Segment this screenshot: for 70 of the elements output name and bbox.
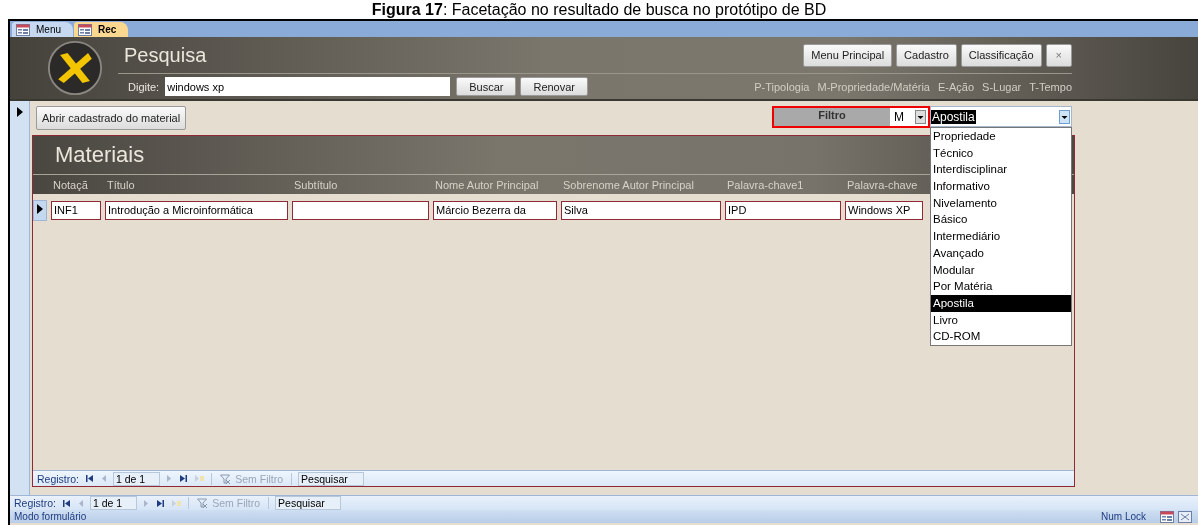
status-text: Modo formulário	[14, 511, 88, 522]
search-field[interactable]: Pesquisar	[275, 496, 342, 510]
form-title: Pesquisa	[123, 43, 208, 67]
search-field[interactable]: windows xp	[165, 77, 451, 96]
dropdown-option[interactable]: Informativo	[931, 178, 1071, 195]
dropdown-option[interactable]: Técnico	[931, 144, 1071, 162]
form-tab[interactable]: Rec	[74, 22, 129, 37]
nav-label: Registro:	[37, 472, 79, 485]
table-cell[interactable]: INF1	[51, 201, 101, 220]
form-view-icon[interactable]	[1160, 510, 1174, 523]
last-record-icon[interactable]	[156, 498, 166, 508]
action-button[interactable]: Buscar	[456, 77, 517, 96]
dropdown-option[interactable]: Propriedade	[931, 128, 1071, 145]
facet-legend: S-Lugar	[982, 80, 1022, 93]
column-heading: Subtítulo	[294, 178, 339, 191]
dropdown-option[interactable]: Nivelamento	[931, 194, 1071, 212]
column-heading: Notaçã	[53, 178, 89, 191]
table-cell[interactable]: Introdução a Microinformática	[105, 201, 288, 220]
form-tab[interactable]: Menu	[12, 22, 73, 37]
current-record-icon	[16, 107, 23, 117]
value-combo[interactable]: Apostila	[930, 106, 1072, 127]
nav-label: Registro:	[14, 497, 56, 509]
dropdown-option[interactable]: Avançado	[931, 244, 1071, 262]
field-label: Digite:	[128, 80, 160, 93]
form-icon	[78, 23, 92, 36]
dropdown-option[interactable]: Intermediário	[931, 228, 1071, 245]
dropdown-option[interactable]: Interdisciplinar	[931, 161, 1071, 179]
record-position[interactable]: 1 de 1	[90, 496, 138, 510]
first-record-icon[interactable]	[85, 474, 94, 483]
nav-button[interactable]: Classificação	[960, 43, 1042, 67]
column-heading: Título	[107, 178, 136, 191]
facet-legend: P-Tipologia	[754, 80, 810, 93]
search-field[interactable]: Pesquisar	[298, 471, 365, 486]
status-indicator: Num Lock	[1101, 511, 1146, 522]
first-record-icon[interactable]	[62, 498, 71, 508]
action-button[interactable]: Renovar	[520, 77, 588, 96]
figure-caption: Figura 17: Facetação no resultado de busca no protótipo de BD	[370, 0, 828, 19]
dropdown-option[interactable]: Apostila	[931, 294, 1071, 312]
current-record-icon	[37, 204, 43, 214]
facet-combo[interactable]: M	[890, 108, 928, 126]
dropdown-option[interactable]: CD-ROM	[931, 328, 1071, 345]
form-icon	[16, 23, 30, 36]
table-cell[interactable]: Márcio Bezerra da	[433, 201, 557, 220]
column-heading: Nome Autor Principal	[435, 178, 540, 191]
table-cell[interactable]	[292, 201, 429, 220]
dropdown-option[interactable]: Modular	[931, 261, 1071, 279]
column-heading: Sobrenome Autor Principal	[563, 178, 695, 191]
layout-view-icon[interactable]	[1178, 510, 1192, 523]
table-cell[interactable]: IPD	[725, 201, 841, 220]
funnel-icon	[197, 498, 209, 508]
table-cell[interactable]: Windows XP	[845, 201, 923, 220]
close-button[interactable]: ×	[1045, 43, 1072, 67]
table-cell[interactable]: Silva	[561, 201, 721, 220]
facet-legend: M-Propriedade/Matéria	[817, 80, 930, 93]
filter-label: Filtro	[774, 108, 890, 126]
nav-button[interactable]: Menu Principal	[803, 43, 893, 67]
record-position[interactable]: 1 de 1	[113, 471, 161, 486]
facet-legend: E-Ação	[938, 80, 975, 93]
dropdown-option[interactable]: Livro	[931, 311, 1071, 329]
open-button[interactable]: Abrir cadastrado do material	[36, 106, 187, 130]
record-selector[interactable]	[33, 200, 47, 221]
logo-icon	[47, 40, 103, 96]
column-heading: Palavra-chave1	[727, 178, 805, 191]
last-record-icon[interactable]	[179, 474, 189, 483]
facet-legend: T-Tempo	[1029, 80, 1072, 93]
dropdown-option[interactable]: Por Matéria	[931, 278, 1071, 295]
nav-button[interactable]: Cadastro	[896, 43, 957, 67]
dropdown-option[interactable]: Básico	[931, 211, 1071, 229]
column-heading: Palavra-chave	[847, 178, 919, 191]
funnel-icon	[220, 473, 232, 484]
